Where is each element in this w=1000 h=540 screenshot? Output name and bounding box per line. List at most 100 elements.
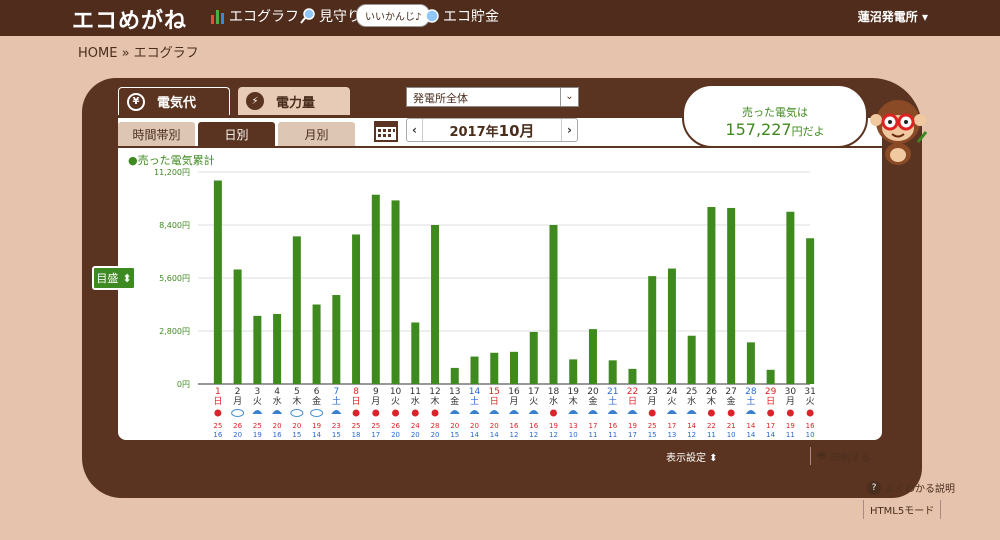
weekday-label: 月: [786, 396, 795, 407]
x-tick-label: 3: [254, 387, 260, 397]
sold-summary-amount: 157,227: [725, 120, 792, 139]
monkey-mascot-icon: [870, 100, 928, 165]
bar: [510, 351, 518, 384]
sun-icon: [707, 409, 715, 417]
x-tick-label: 21: [607, 387, 618, 397]
low-temp: 12: [549, 431, 558, 439]
plant-menu[interactable]: 蓮沼発電所 ▾: [858, 8, 928, 25]
umbrella-icon: [272, 410, 283, 414]
x-tick-label: 16: [508, 387, 520, 397]
html5-mode-link[interactable]: HTML5モード: [863, 500, 942, 519]
low-temp: 12: [687, 431, 696, 439]
display-settings-button[interactable]: 表示設定 ⬍: [660, 447, 724, 465]
cloud-icon: [231, 409, 245, 417]
tab-by-hour[interactable]: 時間帯別: [118, 122, 195, 146]
high-temp: 19: [312, 422, 321, 430]
x-tick-label: 12: [429, 387, 440, 397]
calendar-icon[interactable]: [372, 118, 400, 144]
logo[interactable]: エコめがね: [72, 3, 187, 35]
next-month-button[interactable]: ›: [561, 119, 577, 141]
weekday-label: 金: [727, 395, 736, 407]
bar: [490, 352, 499, 384]
tab-by-month[interactable]: 月別: [278, 122, 355, 146]
x-tick-label: 9: [373, 387, 379, 397]
panel-divider: [118, 146, 882, 148]
bar: [233, 269, 242, 384]
low-temp: 18: [352, 431, 361, 439]
low-temp: 11: [786, 431, 795, 439]
high-temp: 26: [391, 422, 400, 430]
tab-electricity-cost[interactable]: ¥ 電気代: [118, 87, 230, 115]
weekday-label: 火: [806, 396, 815, 407]
low-temp: 15: [332, 431, 341, 439]
low-temp: 15: [450, 431, 459, 439]
help-link[interactable]: ? よくわかる説明: [867, 480, 955, 495]
weekday-label: 土: [332, 395, 341, 407]
umbrella-icon: [745, 410, 756, 414]
low-temp: 20: [391, 431, 400, 439]
weekday-label: 土: [608, 395, 617, 407]
sun-icon: [431, 409, 439, 417]
tab-by-day[interactable]: 日別: [198, 122, 275, 146]
prev-month-button[interactable]: ‹: [407, 119, 423, 141]
low-temp: 15: [292, 431, 301, 439]
bar: [253, 315, 262, 384]
nav-eco-savings[interactable]: エコ貯金: [424, 6, 499, 26]
low-temp: 14: [766, 431, 775, 439]
low-temp: 14: [746, 431, 755, 439]
weekday-label: 日: [628, 396, 637, 407]
x-tick-label: 20: [587, 387, 599, 397]
umbrella-icon: [449, 410, 460, 414]
bar-chart-icon: [211, 10, 224, 24]
magnifier-icon: [300, 8, 315, 24]
weekday-label: 日: [213, 396, 222, 407]
weekday-label: 火: [667, 396, 676, 407]
y-tick-label: 2,800円: [159, 327, 190, 336]
weekday-label: 月: [509, 396, 518, 407]
bar: [450, 367, 459, 384]
nav-ecograph[interactable]: エコグラフ: [210, 6, 299, 26]
umbrella-icon: [686, 410, 697, 414]
high-temp: 28: [431, 422, 440, 430]
tab-electricity-amount[interactable]: ⚡ 電力量: [238, 87, 350, 115]
low-temp: 20: [411, 431, 420, 439]
high-temp: 14: [687, 422, 696, 430]
weekday-label: 金: [312, 395, 321, 407]
x-tick-label: 8: [353, 387, 359, 397]
bar: [687, 335, 696, 384]
bar: [707, 207, 716, 384]
low-temp: 17: [371, 431, 380, 439]
tab-label: 電気代: [157, 96, 197, 111]
bar: [431, 225, 440, 384]
umbrella-icon: [252, 410, 263, 414]
umbrella-icon: [528, 410, 539, 414]
bar: [588, 329, 597, 384]
low-temp: 20: [233, 431, 242, 439]
nav-mimamori[interactable]: 見守り: [300, 6, 361, 26]
bar: [766, 369, 775, 384]
sun-icon: [648, 409, 656, 417]
x-tick-label: 23: [646, 387, 657, 397]
y-tick-label: 8,400円: [159, 221, 190, 230]
high-temp: 25: [648, 422, 657, 430]
low-temp: 14: [312, 431, 321, 439]
cloud-icon: [290, 409, 304, 417]
breadcrumb: HOME » エコグラフ: [78, 46, 199, 61]
bar: [628, 368, 637, 384]
weekday-label: 水: [411, 395, 420, 407]
low-temp: 12: [510, 431, 519, 439]
low-temp: 11: [707, 431, 716, 439]
high-temp: 19: [786, 422, 795, 430]
speech-bubble: いいかんじ♪: [356, 4, 431, 27]
weekday-label: 金: [588, 395, 597, 407]
bar: [391, 200, 400, 384]
weekday-label: 水: [687, 395, 696, 407]
cloud-icon: [310, 409, 324, 417]
bar: [332, 295, 341, 384]
plant-select[interactable]: 発電所全体 ⌄: [406, 87, 579, 107]
print-button[interactable]: 🖶 印刷する: [810, 447, 876, 465]
sun-icon: [372, 409, 380, 417]
weekday-label: 土: [746, 395, 755, 407]
low-temp: 12: [529, 431, 538, 439]
umbrella-icon: [627, 410, 638, 414]
